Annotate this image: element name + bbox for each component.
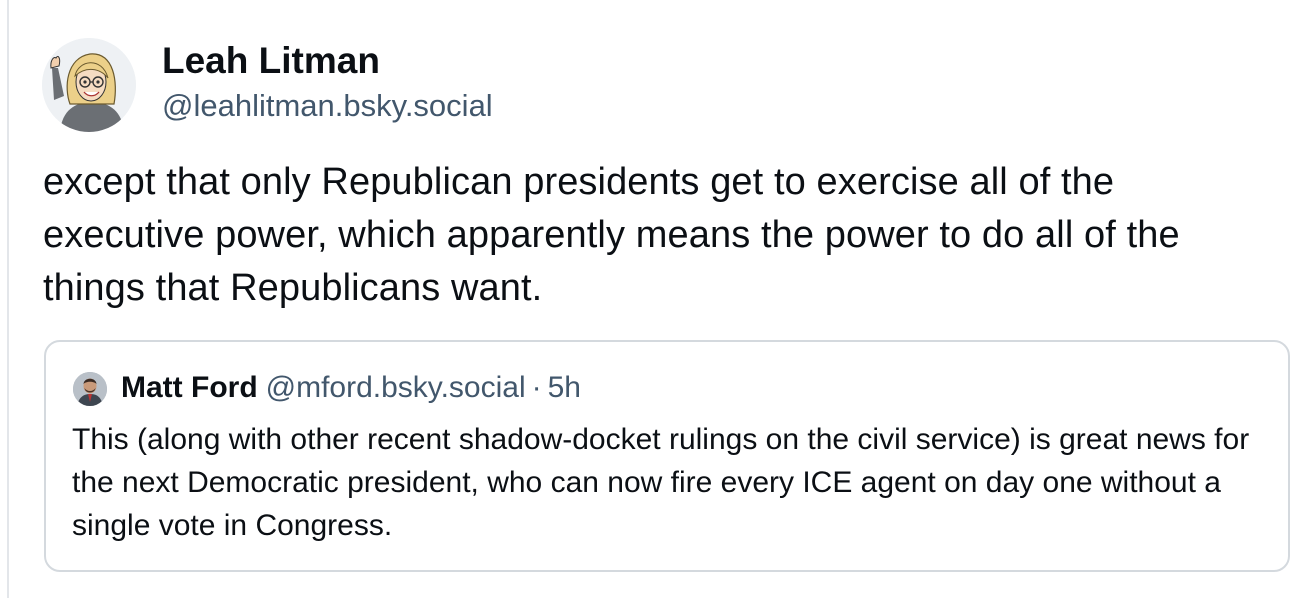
user-photo-avatar-icon <box>73 372 107 406</box>
post-text: except that only Republican presidents g… <box>43 161 1180 309</box>
quote-author-handle[interactable]: @mford.bsky.social <box>266 371 526 404</box>
quote-timestamp[interactable]: 5h <box>548 371 581 404</box>
quote-header: Matt Ford @mford.bsky.social · 5h <box>121 368 581 408</box>
cartoon-avatar-icon <box>42 38 136 132</box>
author-avatar[interactable] <box>42 38 136 132</box>
post: Leah Litman @leahlitman.bsky.social exce… <box>0 0 1302 598</box>
author-name[interactable]: Leah Litman <box>162 40 380 82</box>
quoted-post-card[interactable]: Matt Ford @mford.bsky.social · 5h This (alo… <box>44 340 1290 572</box>
quote-separator: · <box>531 371 542 404</box>
quote-author-avatar[interactable] <box>73 372 107 406</box>
quote-text: This (along with other recent shadow-doc… <box>72 423 1250 542</box>
author-handle[interactable]: @leahlitman.bsky.social <box>162 88 493 124</box>
quote-author-name[interactable]: Matt Ford <box>121 371 258 404</box>
